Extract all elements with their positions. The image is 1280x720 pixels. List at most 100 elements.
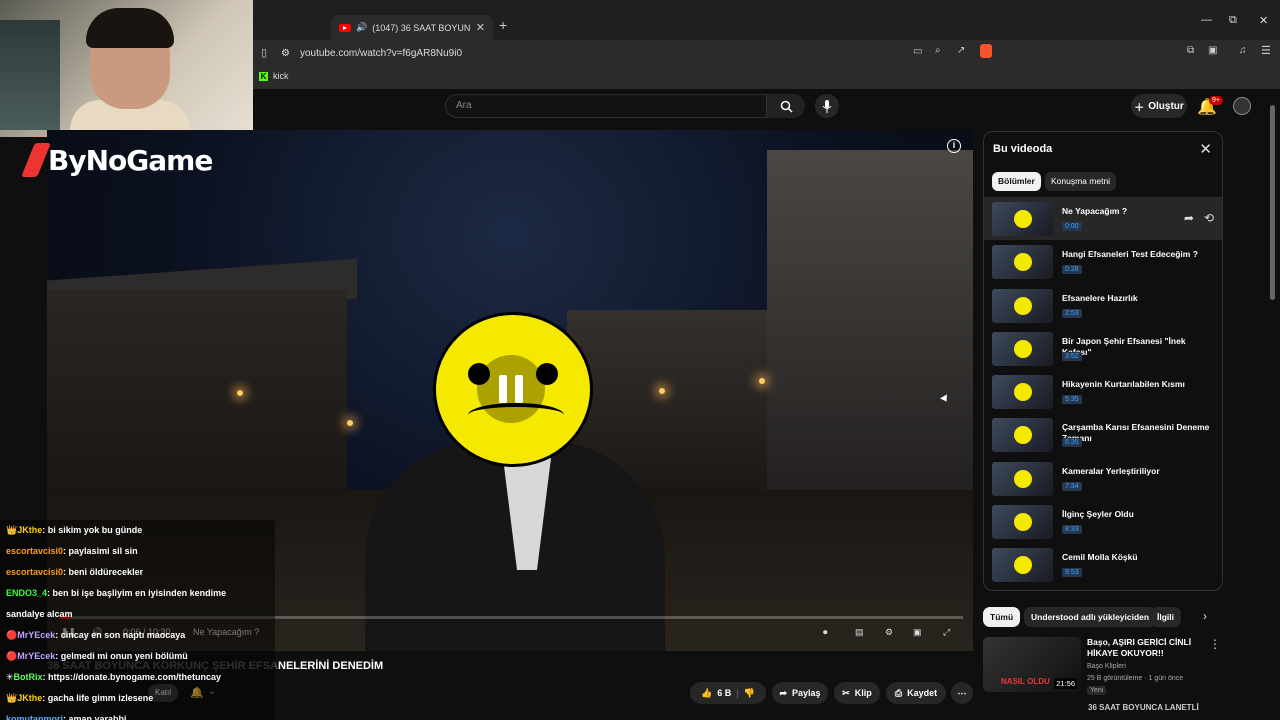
chapter-actions: ➦ ⟲: [1184, 211, 1214, 225]
extensions-icon[interactable]: ⧉: [1187, 45, 1194, 56]
dislike-icon[interactable]: 👎: [744, 688, 755, 699]
save-label: Kaydet: [907, 688, 938, 698]
voice-search-button[interactable]: [815, 94, 839, 118]
page-scrollbar[interactable]: [1270, 105, 1275, 300]
chapter-timestamp[interactable]: 7:34: [1062, 481, 1082, 491]
chat-username[interactable]: komutanmori: [6, 714, 63, 720]
tab-close-icon[interactable]: ✕: [476, 21, 485, 34]
clip-button[interactable]: ✂ Klip: [834, 682, 880, 704]
related-video-item[interactable]: NASIL OLDU 21:56 Başo, AŞIRI GERİCİ CİNL…: [983, 633, 1223, 703]
filter-related[interactable]: İlgili: [1150, 607, 1181, 627]
sidebar-icon[interactable]: ▣: [1208, 45, 1217, 56]
related-channel[interactable]: Başo Klipleri: [1087, 663, 1126, 670]
search-button[interactable]: [767, 94, 805, 118]
filter-uploader[interactable]: Understood adlı yükleyiciden: [1024, 607, 1157, 627]
chapter-title: Efsanelere Hazırlık: [1062, 292, 1138, 303]
more-vert-icon[interactable]: ⋮: [1209, 637, 1221, 651]
chat-username[interactable]: escortavcisi0: [6, 567, 63, 577]
menu-icon[interactable]: ☰: [1261, 44, 1271, 57]
chevron-right-icon[interactable]: ›: [1203, 609, 1207, 623]
webcam-overlay: [0, 0, 253, 140]
chip-transcript[interactable]: Konuşma metni: [1045, 172, 1117, 191]
cam-hair: [86, 8, 174, 48]
chat-message: 👑JKthe: bi sikim yok bu günde: [6, 525, 143, 535]
chat-username[interactable]: BotRix: [14, 672, 43, 682]
chat-username[interactable]: ENDO3_4: [6, 588, 47, 598]
chat-username[interactable]: MrYEcek: [17, 630, 55, 640]
chapter-timestamp[interactable]: 8:33: [1062, 525, 1082, 535]
chapter-item[interactable]: Bir Japon Şehir Efsanesi "İnek Kafası"3:…: [984, 327, 1222, 370]
chapter-timestamp[interactable]: 6:35: [1062, 438, 1082, 448]
chapter-item[interactable]: İlginç Şeyler Oldu 8:33: [984, 500, 1222, 543]
close-icon[interactable]: ✕: [1199, 140, 1212, 158]
chapter-thumbnail: [992, 548, 1053, 583]
chapter-timestamp[interactable]: 0:00: [1062, 222, 1082, 231]
media-icon[interactable]: ♫: [1239, 45, 1247, 56]
autoplay-icon[interactable]: ⏺: [823, 627, 828, 638]
chat-username[interactable]: MrYEcek: [17, 651, 55, 661]
logo-text: ByNoGame: [48, 143, 213, 177]
chapter-timestamp[interactable]: 2:53: [1062, 308, 1082, 318]
save-button[interactable]: ⎙ Kaydet: [886, 682, 946, 704]
chapter-title: Bir Japon Şehir Efsanesi "İnek Kafası": [1062, 335, 1186, 357]
chat-message: 🔴MrYEcek: cincay en son naptı maocaya: [6, 630, 186, 640]
next-related-title[interactable]: 36 SAAT BOYUNCA LANETLİ: [1088, 703, 1199, 712]
avatar[interactable]: [1233, 97, 1251, 115]
fullscreen-icon[interactable]: ⤢: [943, 627, 950, 638]
subtitles-icon[interactable]: ▤: [855, 627, 864, 638]
share-chapter-icon[interactable]: ➦: [1184, 211, 1194, 225]
restore-button[interactable]: ⧉: [1229, 14, 1237, 27]
chapter-item[interactable]: Efsanelere Hazırlık 2:53: [984, 284, 1222, 327]
miniplayer-icon[interactable]: ▣: [913, 627, 922, 638]
chat-badge-icon: 👑: [6, 693, 18, 703]
chapter-timestamp[interactable]: 0:28: [1062, 265, 1082, 275]
window-close-button[interactable]: ✕: [1259, 14, 1268, 27]
chapter-thumbnail: [992, 202, 1053, 236]
url-field[interactable]: ⚙ youtube.com/watch?v=f6gAR8Nu9i0: [281, 44, 1011, 63]
filter-all[interactable]: Tümü: [983, 607, 1021, 627]
new-tab-button[interactable]: +: [499, 17, 507, 33]
loop-chapter-icon[interactable]: ⟲: [1204, 211, 1214, 225]
chapter-item[interactable]: Cemil Molla Köşkü 9:53: [984, 543, 1222, 586]
chapter-timestamp[interactable]: 9:53: [1062, 568, 1082, 578]
chip-chapters[interactable]: Bölümler: [992, 172, 1041, 191]
chapter-item[interactable]: Hikayenin Kurtarılabilen Kısmı 5:35: [984, 370, 1222, 413]
bookmark-kick[interactable]: K kick: [259, 71, 289, 81]
chat-badge-icon: 🔴: [6, 651, 18, 661]
chat-username[interactable]: JKthe: [17, 525, 42, 535]
pause-icon[interactable]: [477, 355, 545, 423]
create-button[interactable]: ＋ Oluştur: [1131, 94, 1187, 118]
bookmark-save-icon: ⎙: [894, 687, 903, 698]
chapter-item[interactable]: Ne Yapacağım ? 0:00 ➦ ⟲: [984, 197, 1222, 241]
chapter-thumbnail: [992, 418, 1053, 453]
search-input[interactable]: Ara: [445, 94, 767, 118]
settings-icon[interactable]: ⚙: [885, 627, 893, 638]
notification-badge: 9+: [1209, 96, 1223, 105]
share-button[interactable]: ➦ Paylaş: [772, 682, 828, 704]
chapter-item[interactable]: Kameralar Yerleştiriliyor 7:34: [984, 457, 1222, 500]
chapter-timestamp[interactable]: 5:35: [1062, 395, 1082, 405]
minimize-button[interactable]: —: [1201, 14, 1212, 26]
chat-username[interactable]: JKthe: [17, 693, 42, 703]
browser-tab[interactable]: 🔊 (1047) 36 SAAT BOYUNCA KO ✕: [331, 15, 493, 40]
related-meta: 25 B görüntüleme · 1 gün önce: [1087, 675, 1184, 682]
related-title[interactable]: Başo, AŞIRI GERİCİ CİNLİ HİKAYE OKUYOR!!: [1087, 637, 1207, 659]
zoom-icon[interactable]: ⌕: [935, 45, 941, 56]
share-label: Paylaş: [792, 688, 821, 698]
chat-username[interactable]: escortavcisi0: [6, 546, 63, 556]
info-icon[interactable]: i: [947, 139, 961, 153]
chapter-item[interactable]: Hangi Efsaneleri Test Edeceğim ? 0:28: [984, 240, 1222, 283]
share-page-icon[interactable]: ↗: [957, 45, 965, 56]
chapter-thumb-face: [1014, 556, 1032, 575]
cast-icon[interactable]: ▭: [913, 46, 922, 57]
more-actions-button[interactable]: ⋯: [951, 682, 973, 704]
related-thumbnail[interactable]: NASIL OLDU 21:56: [983, 637, 1081, 692]
like-icon[interactable]: 👍: [701, 688, 712, 699]
chat-text: gacha life gimm izlesene: [47, 693, 154, 703]
chapter-item[interactable]: Çarşamba Karısı Efsanesini Deneme Zamanı…: [984, 413, 1222, 456]
chapter-thumb-face: [1014, 339, 1032, 358]
brave-shield-icon[interactable]: [980, 44, 992, 58]
bookmark-icon[interactable]: ▯: [261, 46, 267, 59]
site-settings-icon[interactable]: ⚙: [281, 48, 290, 59]
chapter-timestamp[interactable]: 3:52: [1062, 351, 1082, 361]
